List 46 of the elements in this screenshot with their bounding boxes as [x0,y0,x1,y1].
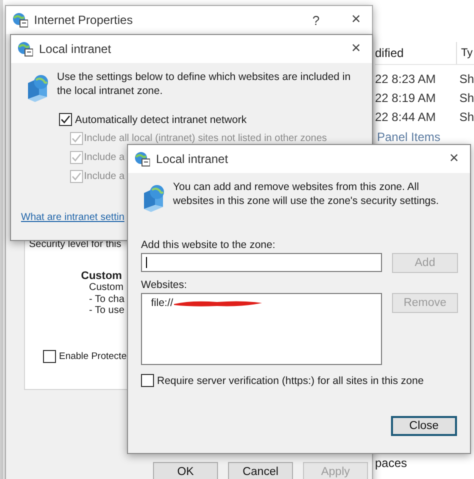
field-label: Websites: [141,279,188,293]
checkbox[interactable] [43,350,56,362]
column-header[interactable]: dified [375,46,456,60]
window-title: Local intranet [156,152,230,166]
window-title: Internet Properties [34,13,134,27]
level-description: - To cha [89,294,124,305]
globe-icon [17,41,33,57]
description-text: Use the settings below to define which websites are included in the local intranet zone. [57,70,352,98]
group-heading: Panel Items [377,130,442,144]
close-button[interactable]: × [444,150,464,168]
level-name: Custom [81,270,122,282]
table-cell-text: Sh [459,90,474,107]
dialog-button[interactable]: OK [153,462,218,479]
checkbox-label: Automatically detect intranet network [75,114,247,126]
dialog-button[interactable]: Cancel [228,462,293,479]
websites-list[interactable]: file:// [141,293,382,365]
description-text: You can add and remove websites from this zone. All websites in this zone will use the zone's security settings. [173,180,440,208]
globe-icon [12,12,28,28]
checkbox-label: Include all local (intranet) sites not listed in other zones [84,133,327,144]
list-item[interactable]: file:// [151,297,174,309]
help-button[interactable]: ? [306,12,326,28]
close-button[interactable]: × [346,11,366,29]
level-description: - To use [89,305,124,316]
close-button[interactable]: × [346,40,366,58]
table-cell-text: 22 8:23 AM [375,71,437,88]
checkbox[interactable] [141,374,154,387]
help-link[interactable]: What are intranet settin [21,212,124,223]
checkbox-label: Require server verification (https:) for all sites in this zone [157,374,424,386]
window-title: Local intranet [39,42,112,56]
input-field[interactable] [141,253,382,272]
table-cell-text: Sh [459,109,474,126]
checkbox-label: Include a [84,171,125,182]
checkbox[interactable] [59,113,72,126]
column-header[interactable]: Ty [456,42,473,64]
list-item: paces [375,456,408,470]
field-label: Add this website to the zone: [141,239,276,253]
close-dialog-button[interactable]: Close [391,416,457,436]
globe-icon [134,151,150,167]
level-description: Custom [89,282,124,294]
table-cell-text: 22 8:19 AM [375,90,437,107]
checkbox-label: Enable Protecte [59,350,127,362]
checkbox-label: Include a [84,152,125,163]
table-cell-text: 22 8:44 AM [375,109,437,126]
globe-icon [141,183,167,213]
table-cell-text: Sh [459,71,474,88]
globe-icon [25,73,51,103]
